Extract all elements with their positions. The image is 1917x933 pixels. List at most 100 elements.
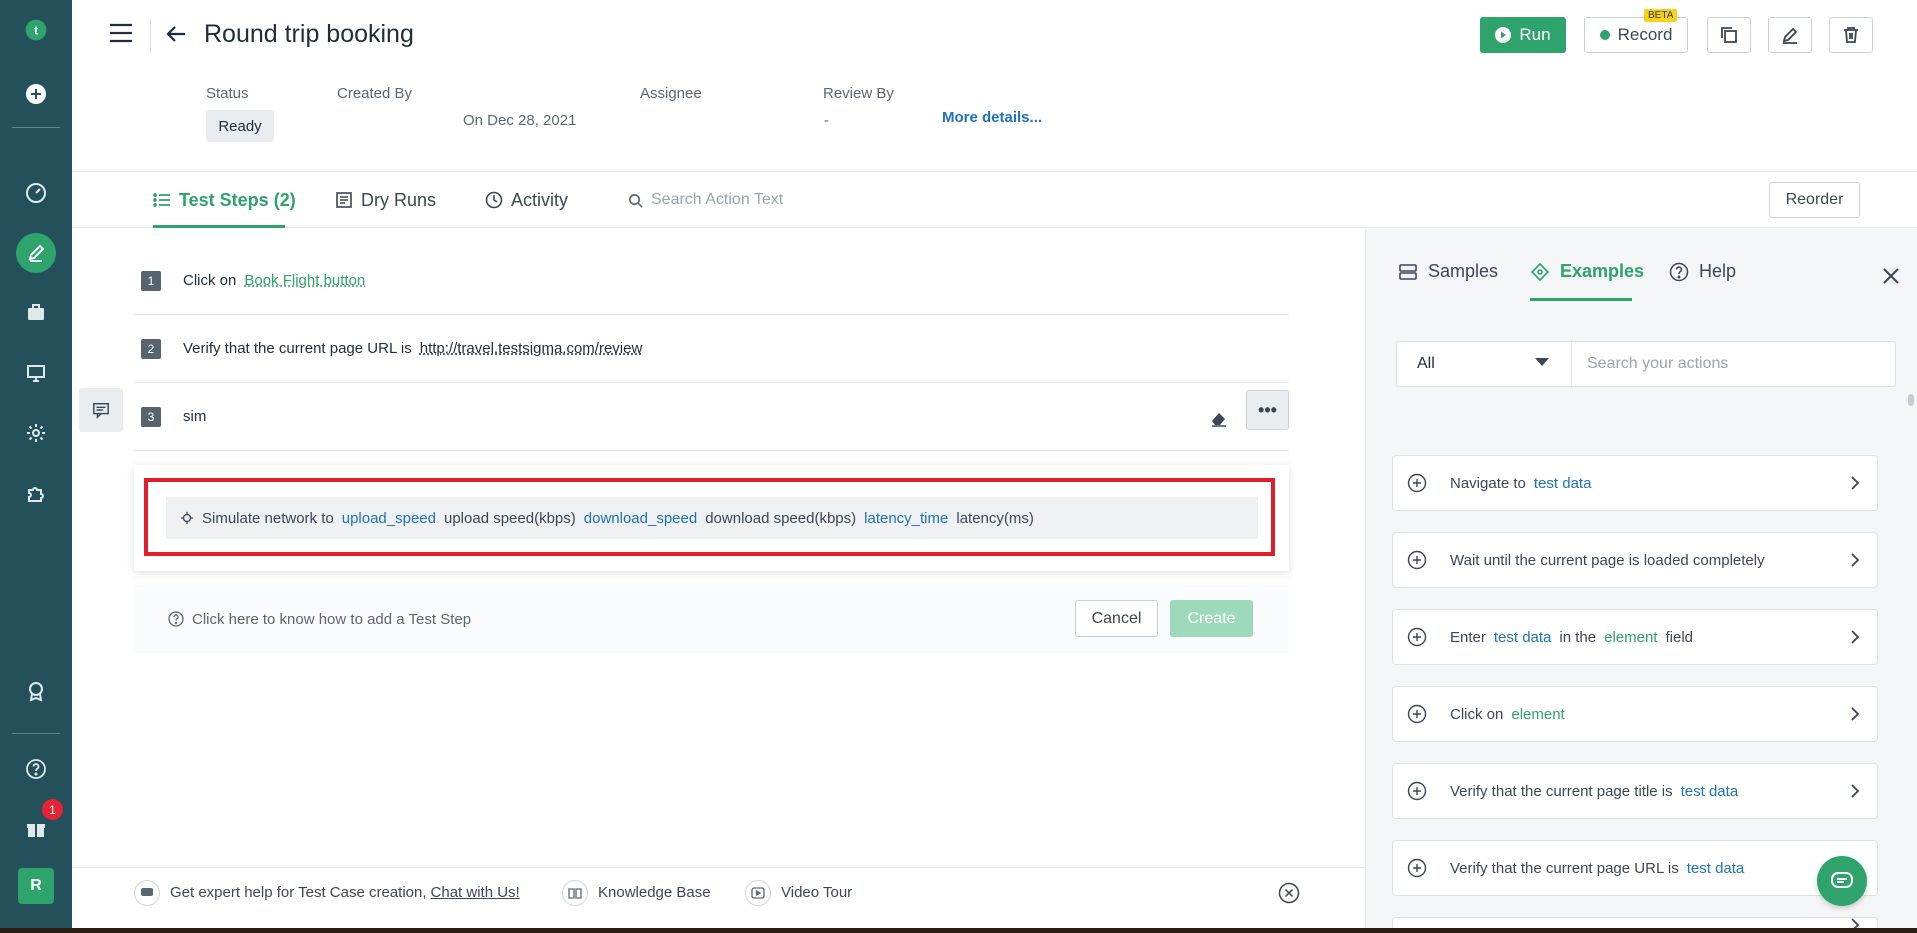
help-question-icon[interactable] <box>16 749 56 789</box>
eraser-icon[interactable] <box>1209 408 1229 428</box>
step-editor-footer: Click here to know how to add a Test Ste… <box>134 585 1289 653</box>
runs-monitor-icon[interactable] <box>16 353 56 393</box>
close-panel-icon[interactable] <box>1882 267 1900 285</box>
suggestion-item[interactable]: Simulate network to upload_speed upload … <box>166 497 1258 539</box>
action-card[interactable]: Enter test data in the element field <box>1392 609 1878 665</box>
page-title: Round trip booking <box>204 20 414 48</box>
settings-gear-icon[interactable] <box>16 413 56 453</box>
add-step-help-link[interactable]: Click here to know how to add a Test Ste… <box>168 611 471 628</box>
reorder-button[interactable]: Reorder <box>1769 182 1860 218</box>
plus-circle-icon[interactable] <box>1407 704 1427 724</box>
help-hint-text: Click here to know how to add a Test Ste… <box>192 610 472 628</box>
step-number: 3 <box>141 406 161 427</box>
copy-button[interactable] <box>1707 17 1751 53</box>
svg-text:t: t <box>34 23 38 37</box>
created-by-label: Created By <box>337 85 413 102</box>
close-help-bar-icon[interactable] <box>1278 882 1300 904</box>
test-suites-icon[interactable] <box>16 293 56 333</box>
action-text: Click on <box>1450 705 1504 723</box>
knowledge-base-link[interactable]: Knowledge Base <box>562 879 711 906</box>
record-label: Record <box>1617 25 1673 44</box>
test-step-row[interactable]: 2 Verify that the current page URL is ht… <box>134 315 1289 383</box>
step-input-text[interactable]: sim <box>183 408 206 425</box>
run-button[interactable]: Run <box>1480 17 1566 53</box>
plus-circle-icon[interactable] <box>1407 627 1427 647</box>
play-icon <box>1495 27 1512 43</box>
category-select[interactable]: All <box>1397 342 1572 386</box>
tab-label: Test Steps (2) <box>179 189 296 210</box>
user-avatar[interactable]: R <box>18 868 54 904</box>
chevron-down-icon <box>1535 358 1549 366</box>
tab-samples[interactable]: Samples <box>1398 261 1498 282</box>
tab-help[interactable]: Help <box>1669 261 1736 282</box>
video-play-icon <box>745 879 771 906</box>
tab-label: Samples <box>1428 261 1499 281</box>
tab-activity[interactable]: Activity <box>485 172 568 228</box>
certification-badge-icon[interactable] <box>16 671 56 711</box>
actions-panel: Samples Examples Help All Search your ac… <box>1365 229 1917 933</box>
suggestion-text: Simulate network to <box>202 509 334 527</box>
dashboard-icon[interactable] <box>16 173 56 213</box>
plus-circle-icon[interactable] <box>1407 858 1427 878</box>
step-url-link[interactable]: http://travel.testsigma.com/review <box>420 340 643 357</box>
samples-icon <box>1399 263 1417 280</box>
action-card[interactable]: Verify that the current page URL is test … <box>1392 840 1878 896</box>
action-text: Verify that the current page title is <box>1450 782 1673 800</box>
expert-help: Get expert help for Test Case creation, … <box>134 879 520 906</box>
hamburger-menu-icon[interactable] <box>108 20 134 46</box>
plus-circle-icon[interactable] <box>1407 473 1427 493</box>
chat-with-us-link[interactable]: Chat with Us! <box>431 884 520 901</box>
comment-icon[interactable] <box>79 388 123 432</box>
action-param: test data <box>1686 859 1745 877</box>
action-text: Wait until the current page is loaded co… <box>1450 551 1765 569</box>
test-step-editing-row[interactable]: 3 sim <box>134 383 1289 451</box>
test-development-icon[interactable] <box>16 233 56 273</box>
back-arrow-icon[interactable] <box>164 22 188 46</box>
delete-button[interactable] <box>1829 17 1873 53</box>
plus-circle-icon[interactable] <box>1407 781 1427 801</box>
search-action-text[interactable]: Search Action Text <box>628 172 783 228</box>
page-header: Round trip booking Status Ready Created … <box>72 0 1917 172</box>
edit-button[interactable] <box>1768 17 1812 53</box>
plus-circle-icon[interactable] <box>1407 550 1427 570</box>
addons-puzzle-icon[interactable] <box>16 473 56 513</box>
action-card[interactable]: Wait until the current page is loaded co… <box>1392 532 1878 588</box>
action-card[interactable]: Verify that the current page title is tes… <box>1392 763 1878 819</box>
assignee-label: Assignee <box>640 85 702 102</box>
action-param: element <box>1511 705 1565 723</box>
action-text: Verify that the current page URL is <box>1450 859 1679 877</box>
active-tab-indicator <box>153 225 285 228</box>
video-tour-link[interactable]: Video Tour <box>745 879 852 906</box>
search-placeholder: Search Action Text <box>651 191 784 208</box>
record-button[interactable]: Record <box>1584 17 1688 53</box>
create-button[interactable]: Create <box>1170 600 1253 637</box>
copy-icon <box>1721 27 1737 43</box>
action-param: element <box>1604 628 1658 646</box>
tab-test-steps[interactable]: Test Steps (2) <box>153 172 296 228</box>
chevron-right-icon <box>1851 707 1860 721</box>
action-card[interactable]: Navigate to test data <box>1392 455 1878 511</box>
panel-scrollbar[interactable] <box>1908 394 1914 406</box>
step-element-link[interactable]: Book Flight button <box>244 272 365 289</box>
testsigma-logo[interactable]: t <box>18 12 54 48</box>
status-badge: Ready <box>206 110 274 142</box>
action-card[interactable]: Click on element <box>1392 686 1878 742</box>
cancel-button[interactable]: Cancel <box>1075 600 1158 637</box>
chat-fab-button[interactable] <box>1817 856 1867 906</box>
add-new-icon[interactable] <box>16 74 56 114</box>
actions-filter: All Search your actions <box>1396 341 1896 387</box>
book-icon <box>562 879 588 906</box>
tab-dry-runs[interactable]: Dry Runs <box>335 172 436 228</box>
tab-examples[interactable]: Examples <box>1530 261 1644 282</box>
notification-badge: 1 <box>42 799 63 820</box>
chat-icon <box>1831 872 1853 888</box>
pencil-icon <box>1782 27 1798 44</box>
test-step-row[interactable]: 1 Click on Book Flight button <box>134 247 1289 315</box>
suggestion-param: download_speed <box>583 509 698 527</box>
created-on-date: On Dec 28, 2021 <box>463 112 577 129</box>
actions-search-input[interactable]: Search your actions <box>1587 342 1728 386</box>
more-details-link[interactable]: More details... <box>942 109 1042 126</box>
review-by-value: - <box>824 112 829 129</box>
chevron-right-icon <box>1851 630 1860 644</box>
more-options-button[interactable]: ••• <box>1246 390 1289 430</box>
